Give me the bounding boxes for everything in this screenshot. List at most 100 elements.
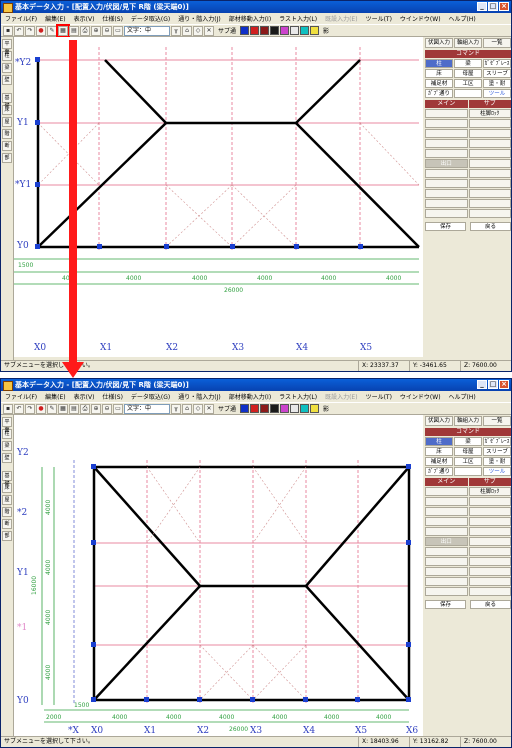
tab-list[interactable]: 一覧 [483,38,511,48]
cmd-coating-button[interactable]: 塗・耐 [483,457,511,466]
main-slot[interactable] [425,577,468,586]
pencil-icon[interactable]: ✎ [47,25,57,36]
beam-tool-icon[interactable]: 梁 [2,63,12,73]
cmd-tool-button[interactable]: ツール [483,467,511,476]
menu-spec[interactable]: 仕様(S) [98,392,127,401]
tent-icon[interactable]: ⌂ [182,403,192,414]
node-icon[interactable]: ◇ [193,403,203,414]
sub-slot[interactable] [468,169,511,178]
color-swatch[interactable] [260,26,270,35]
print-icon[interactable]: ⎙ [80,25,90,36]
color-swatch[interactable] [250,26,260,35]
grid-icon[interactable]: ▦ [58,403,68,414]
column-marker[interactable] [303,697,308,702]
main-slot[interactable] [425,179,468,188]
text-size-select[interactable]: 文字：中 [124,25,170,36]
color-swatch[interactable] [240,404,250,413]
column-marker[interactable] [406,464,411,469]
back-button[interactable]: 戻る [470,222,511,231]
color-swatch[interactable] [290,404,300,413]
cmd-tool-button[interactable]: ツール [483,89,511,98]
floor-tool-icon[interactable]: 床 [2,105,12,115]
close-button[interactable]: × [499,2,509,11]
column-marker[interactable] [97,244,102,249]
color-swatch[interactable] [310,404,320,413]
text-size-select[interactable]: 文字：中 [124,403,170,414]
menu-view[interactable]: 表示(V) [70,14,99,23]
member-tool-icon[interactable]: 部 [2,531,12,541]
column-marker[interactable] [91,642,96,647]
main-slot[interactable] [425,567,468,576]
cmd-brace-button[interactable]: ｶﾞｾﾞﾌﾞﾚｰｽ [483,59,511,68]
menu-file[interactable]: ファイル(F) [1,392,41,401]
sub-slot[interactable] [468,149,511,158]
column-tool-icon[interactable]: 柱 [2,429,12,439]
sub-slot-base[interactable]: 柱脚ﾛｯｸ [468,487,511,496]
sub-slot[interactable] [468,139,511,148]
story-tool-icon[interactable]: 階 [2,507,12,517]
minimize-button[interactable]: _ [477,2,487,11]
cmd-beam-button[interactable]: 梁 [454,437,482,446]
column-marker[interactable] [294,244,299,249]
menu-grid-floor[interactable]: 通り・階入力(J) [174,392,224,401]
zoom-in-icon[interactable]: ⊕ [91,25,101,36]
column-marker[interactable] [406,697,411,702]
pencil-icon[interactable]: ✎ [47,403,57,414]
story-tool-icon[interactable]: 階 [2,129,12,139]
color-swatch[interactable] [260,404,270,413]
color-swatch[interactable] [310,26,320,35]
sub-slot[interactable] [468,537,511,546]
foundation-tool-icon[interactable]: 基礎 [2,471,12,487]
main-slot[interactable] [425,169,468,178]
redo-icon[interactable]: ↷ [25,403,35,414]
grid-icon[interactable]: ▦ [56,23,70,38]
cmd-blank-button[interactable] [454,89,482,98]
sub-slot[interactable] [468,547,511,556]
main-slot[interactable] [425,557,468,566]
menu-tools[interactable]: ツール(T) [362,392,396,401]
menu-import[interactable]: データ取込(G) [127,14,174,23]
sub-slot[interactable] [468,517,511,526]
cmd-zone-button[interactable]: 工区 [454,79,482,88]
sub-slot[interactable] [468,179,511,188]
cmd-column-button[interactable]: 柱 [425,437,453,446]
menu-import[interactable]: データ取込(G) [127,392,174,401]
cmd-sleeve-button[interactable]: スリーブ [483,69,511,78]
fit-view-icon[interactable]: ▤ [69,403,79,414]
menu-edit[interactable]: 編集(E) [41,14,69,23]
zoom-out-icon[interactable]: ⊖ [102,25,112,36]
fit-view-icon[interactable]: ▤ [69,25,79,36]
shadow-label[interactable]: 影 [320,404,332,413]
main-slot[interactable] [425,487,468,496]
main-slot[interactable] [425,189,468,198]
menu-spec[interactable]: 仕様(S) [98,14,127,23]
cmd-beam-button[interactable]: 梁 [454,59,482,68]
column-marker[interactable] [91,540,96,545]
save-button[interactable]: 保存 [425,600,466,609]
menu-last-input[interactable]: ラスト入力(L) [275,14,321,23]
rect-icon[interactable]: ▭ [113,403,123,414]
node-icon[interactable]: ◇ [193,25,203,36]
cmd-purlin-button[interactable]: 母屋 [454,69,482,78]
wall-tool-icon[interactable]: 壁 [2,453,12,463]
sub-slot[interactable] [468,567,511,576]
main-slot[interactable] [425,507,468,516]
column-icon[interactable]: ╥ [171,25,181,36]
plan-drawing[interactable]: 1500 2000 4000 4000 4000 4000 4000 4000 … [14,415,423,737]
maximize-button[interactable]: □ [488,380,498,389]
column-tool-icon[interactable]: 柱 [2,51,12,61]
tab-frame-input[interactable]: 軸組入力 [454,416,482,426]
sub-slot[interactable] [468,587,511,596]
column-marker[interactable] [91,464,96,469]
column-marker[interactable] [406,642,411,647]
roof-tool-icon[interactable]: 屋 [2,117,12,127]
column-marker[interactable] [355,697,360,702]
cmd-floor-button[interactable]: 床 [425,69,453,78]
stop-icon[interactable]: ● [36,403,46,414]
beam-tool-icon[interactable]: 梁 [2,441,12,451]
save-icon[interactable]: ▪ [3,403,13,414]
color-swatch[interactable] [270,26,280,35]
cross-icon[interactable]: ✕ [204,25,214,36]
cmd-coating-button[interactable]: 塗・耐 [483,79,511,88]
sub-slot[interactable] [468,159,511,168]
